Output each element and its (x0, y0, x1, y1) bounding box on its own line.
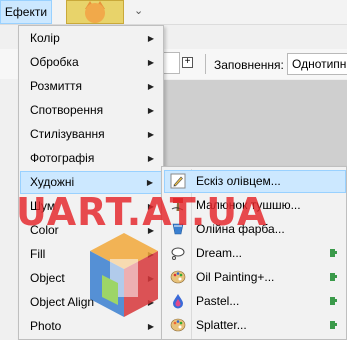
submenu-item-pastel[interactable]: Pastel... (164, 290, 346, 313)
submenu-arrow-icon: ▶ (147, 58, 154, 67)
submenu-arrow-icon: ▶ (147, 154, 154, 163)
submenu-arrow-icon: ▶ (147, 130, 154, 139)
menu-item-photo-ua[interactable]: Фотографія ▶ (20, 147, 162, 170)
plugin-icon (330, 249, 337, 257)
submenu-item-dream[interactable]: Dream... (164, 242, 346, 265)
splatter-palette-icon (170, 318, 186, 332)
menu-bar: Ефекти ⌄ (0, 0, 347, 25)
chevron-down-icon[interactable]: ⌄ (134, 4, 143, 17)
plugin-icon (330, 273, 337, 281)
menu-item-distort[interactable]: Спотворення ▶ (20, 99, 162, 122)
menu-item-stylize[interactable]: Стилізування ▶ (20, 123, 162, 146)
menu-item-color[interactable]: Колір ▶ (20, 27, 162, 50)
watermark-cube-logo (90, 233, 158, 317)
pencil-sketch-icon (170, 173, 186, 189)
submenu-item-splatter[interactable]: Splatter... (164, 314, 346, 337)
plugin-icon (330, 297, 337, 305)
menu-item-processing[interactable]: Обробка ▶ (20, 51, 162, 74)
canvas-area (160, 80, 347, 170)
fill-label: Заповнення: (214, 58, 284, 72)
menu-item-blur[interactable]: Розмиття ▶ (20, 75, 162, 98)
fill-select[interactable]: Однотипн (287, 53, 347, 75)
plugin-icon (330, 321, 337, 329)
submenu-arrow-icon: ▶ (147, 82, 154, 91)
submenu-arrow-icon: ▶ (147, 106, 154, 115)
submenu-arrow-icon: ▶ (147, 34, 154, 43)
pastel-drop-icon (173, 294, 183, 309)
submenu-item-oil-painting-plus[interactable]: Oil Painting+... (164, 266, 346, 289)
menu-effects[interactable]: Ефекти (0, 0, 52, 24)
cat-image (85, 3, 105, 23)
dream-cloud-icon (171, 247, 185, 260)
palette-icon (170, 270, 186, 284)
toolbar-separator (205, 54, 206, 74)
plus-icon[interactable]: + (182, 57, 193, 68)
image-thumbnail[interactable] (66, 0, 124, 24)
